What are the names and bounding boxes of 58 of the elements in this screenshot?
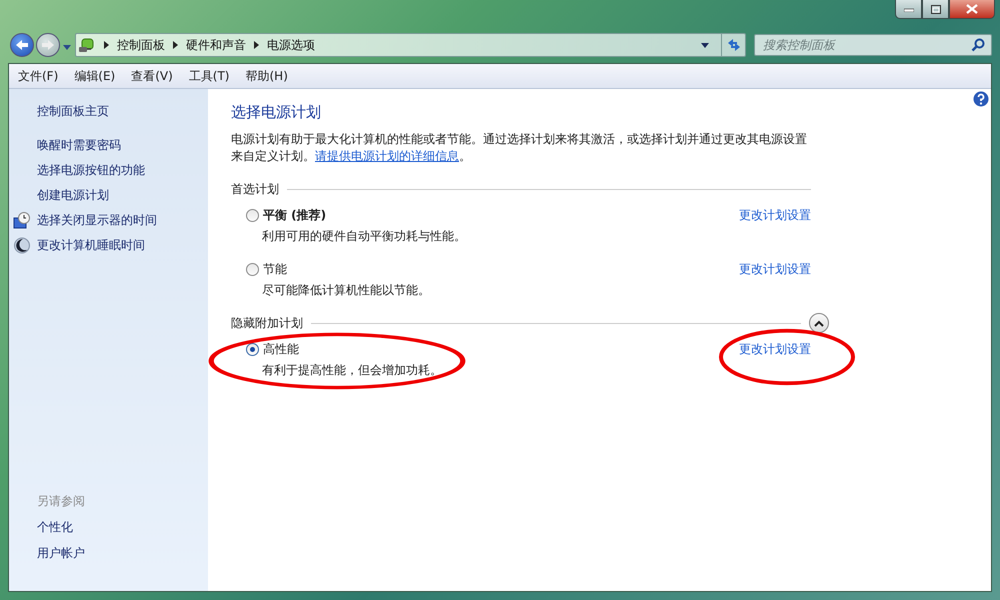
maximize-button[interactable]	[922, 0, 949, 19]
maximize-icon	[930, 4, 940, 14]
forward-arrow-icon	[41, 39, 55, 51]
close-button[interactable]	[949, 0, 995, 19]
radio-button[interactable]	[246, 209, 259, 222]
sidebar-link[interactable]: 用户帐户	[37, 545, 208, 562]
change-settings-link[interactable]: 更改计划设置	[739, 208, 811, 222]
sidebar-link[interactable]: 更改计算机睡眠时间	[37, 237, 145, 254]
plan-name: 节能	[263, 261, 287, 278]
details-link[interactable]: 请提供电源计划的详细信息	[315, 149, 459, 163]
section-heading: 首选计划	[231, 180, 279, 198]
plan-description: 有利于提高性能，但会增加功耗。	[261, 362, 442, 379]
close-icon	[966, 4, 978, 14]
plan-description: 利用可用的硬件自动平衡功耗与性能。	[261, 228, 466, 245]
menu-item[interactable]: 帮助(H)	[246, 68, 288, 84]
sidebar-link[interactable]: 控制面板主页	[37, 103, 208, 120]
minimize-button[interactable]	[895, 0, 922, 19]
search-field[interactable]: 搜索控制面板	[754, 34, 992, 56]
intro-text: 电源计划有助于最大化计算机的性能或者节能。通过选择计划来将其激活，或选择计划并通过更改其电源设置来自定义计划。请提供电源计划的详细信息。	[231, 131, 808, 165]
change-settings-link[interactable]: 更改计划设置	[739, 342, 811, 356]
help-icon[interactable]	[973, 91, 989, 107]
sidebar-link[interactable]: 个性化	[37, 519, 208, 536]
breadcrumb[interactable]: 硬件和声音	[186, 36, 246, 54]
back-button[interactable]	[10, 33, 34, 57]
page-title: 选择电源计划	[231, 103, 322, 122]
dropdown-icon[interactable]	[63, 44, 71, 50]
sidebar-link[interactable]: 唤醒时需要密码	[37, 137, 121, 154]
sidebar-link[interactable]: 创建电源计划	[37, 187, 109, 204]
menu-item[interactable]: 查看(V)	[131, 68, 173, 84]
clock-monitor-icon	[13, 212, 31, 229]
plan-name: 平衡 (推荐)	[263, 207, 326, 224]
refresh-icon	[726, 38, 742, 52]
breadcrumb[interactable]: 电源选项	[267, 36, 315, 54]
plan-name: 高性能	[263, 341, 299, 358]
minimize-icon	[904, 6, 914, 12]
sidebar-link[interactable]: 选择关闭显示器的时间	[37, 212, 157, 229]
menu-item[interactable]: 文件(F)	[18, 68, 58, 84]
radio-button[interactable]	[246, 343, 259, 356]
sidebar-link[interactable]: 选择电源按钮的功能	[37, 162, 145, 179]
plan-description: 尽可能降低计算机性能以节能。	[261, 282, 430, 299]
chevron-icon	[173, 41, 178, 49]
radio-button[interactable]	[246, 263, 259, 276]
forward-button[interactable]	[36, 33, 60, 57]
moon-icon	[13, 237, 31, 254]
section-heading: 隐藏附加计划	[231, 314, 303, 332]
chevron-icon	[814, 320, 824, 326]
chevron-icon	[104, 41, 109, 49]
address-bar[interactable]: 控制面板 硬件和声音 电源选项	[75, 33, 746, 57]
collapse-button[interactable]	[809, 313, 829, 333]
chevron-icon	[254, 41, 259, 49]
see-also-heading: 另请参阅	[37, 493, 86, 510]
menu-item[interactable]: 编辑(E)	[74, 68, 116, 84]
search-icon	[971, 38, 985, 52]
dropdown-icon[interactable]	[701, 42, 709, 48]
breadcrumb[interactable]: 控制面板	[117, 36, 165, 54]
change-settings-link[interactable]: 更改计划设置	[739, 262, 811, 276]
back-arrow-icon	[15, 39, 29, 51]
menu-item[interactable]: 工具(T)	[188, 68, 230, 84]
